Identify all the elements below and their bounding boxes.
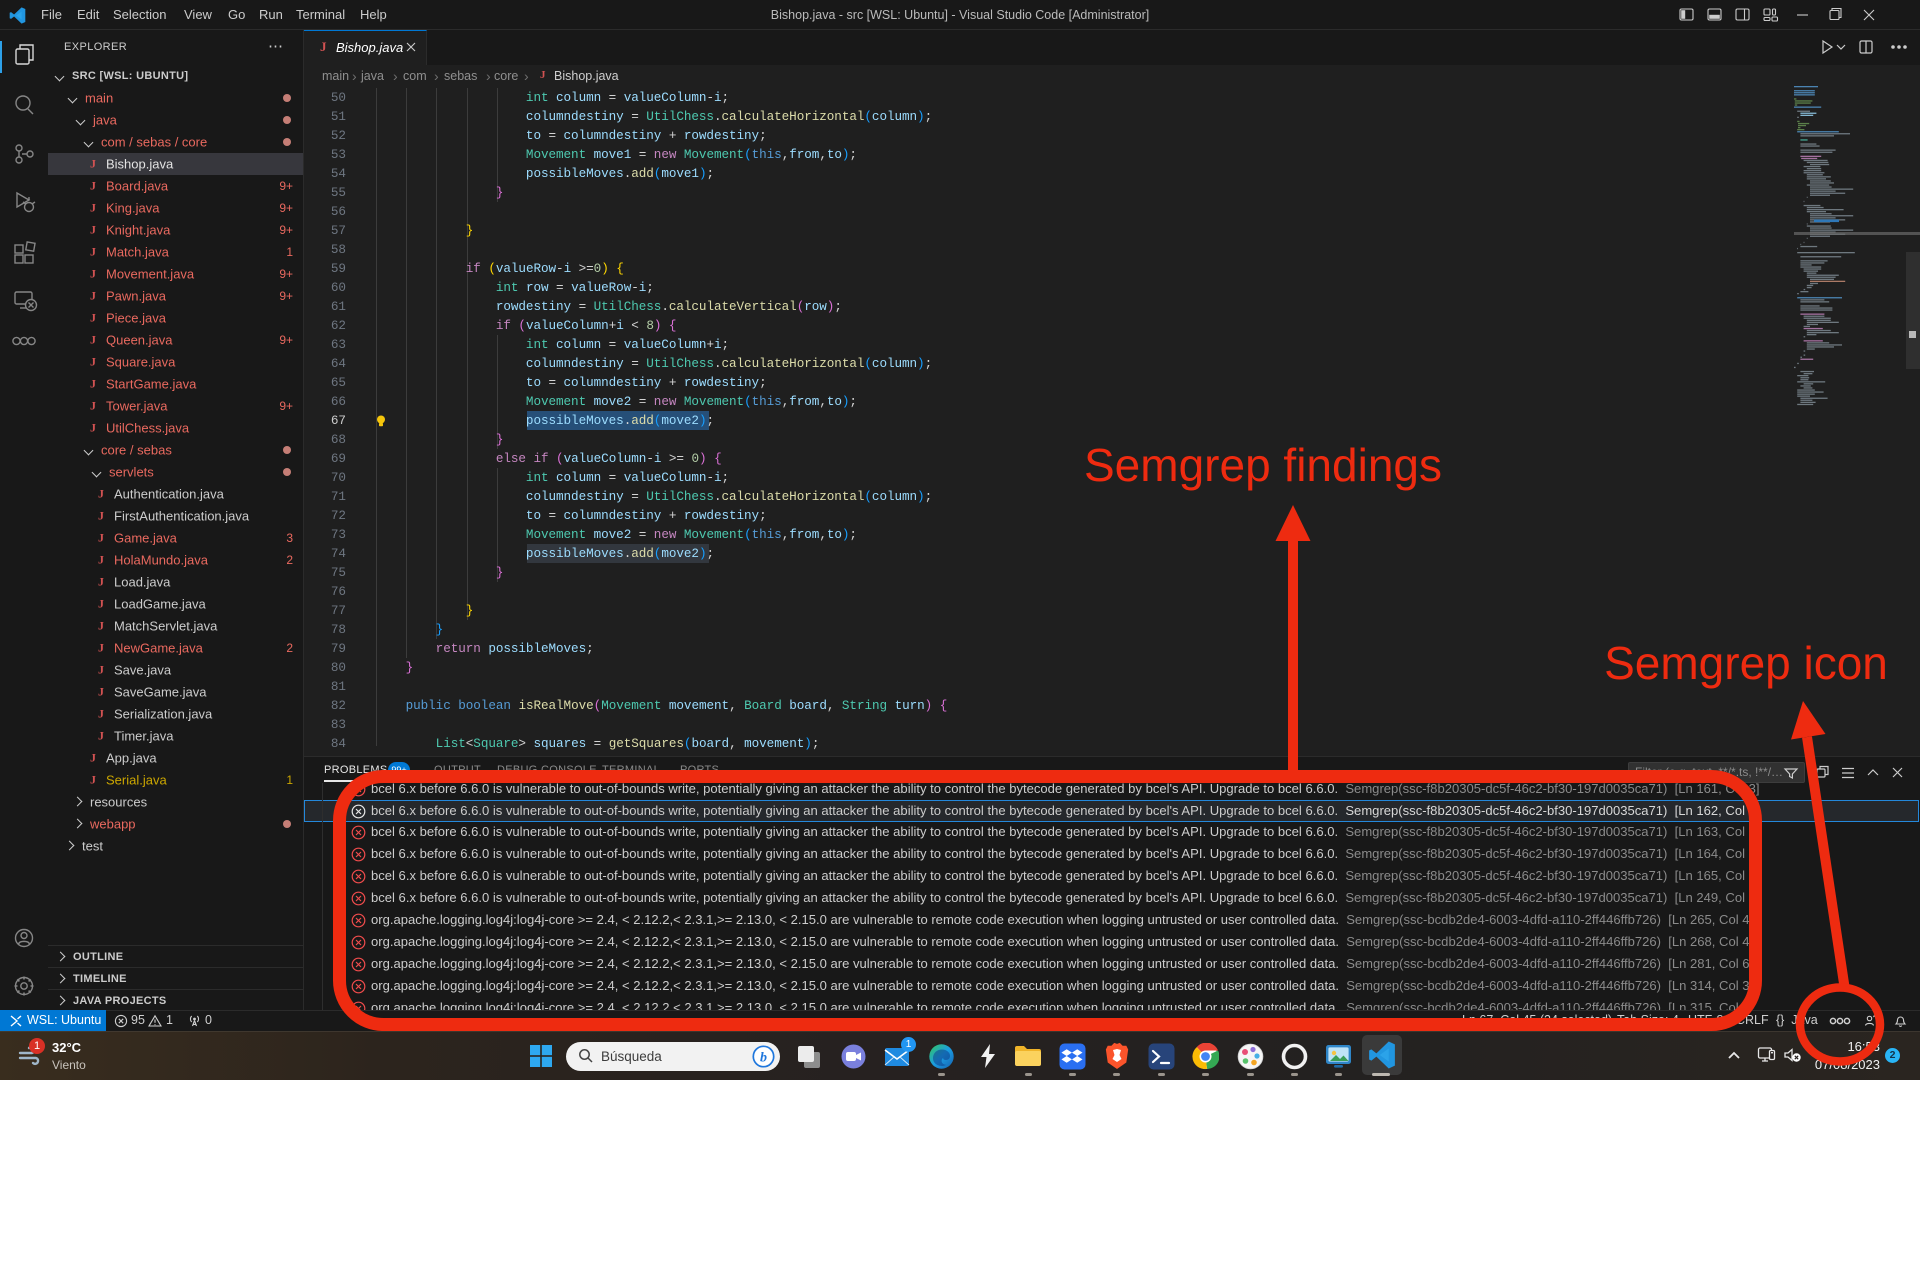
svg-text:Semgrep icon: Semgrep icon (1604, 637, 1888, 689)
svg-text:Semgrep findings: Semgrep findings (1084, 439, 1442, 491)
